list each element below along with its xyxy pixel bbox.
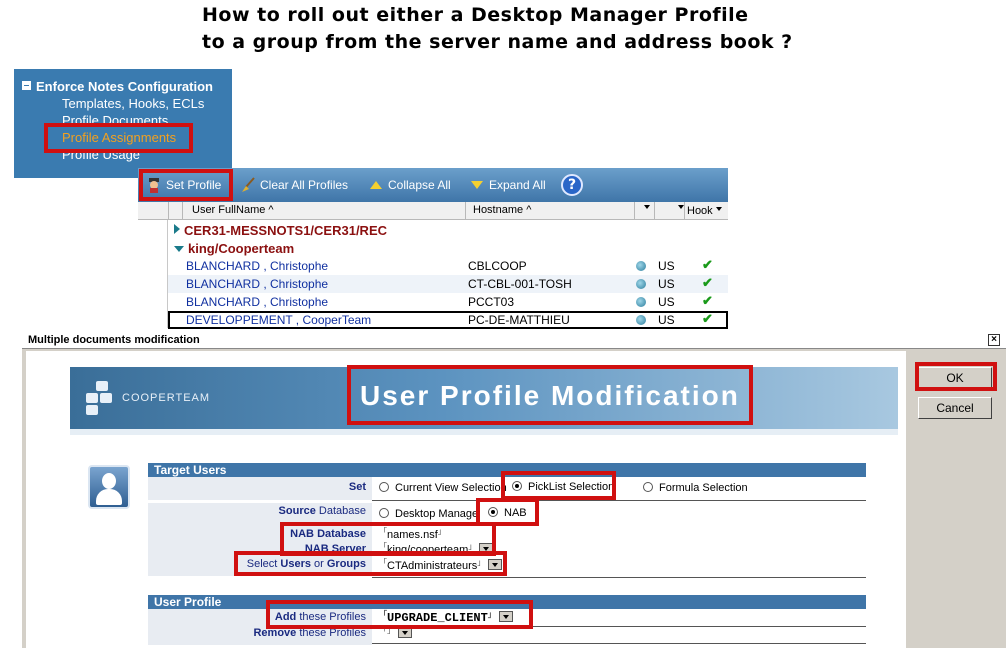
checkmark-icon: ✔ (702, 311, 713, 326)
radio-label: Desktop Manage (395, 508, 479, 520)
column-separator (465, 202, 466, 220)
hostname-cell: CT-CBL-001-TOSH (468, 277, 572, 291)
checkmark-icon: ✔ (702, 293, 713, 308)
category-row-cer31[interactable]: CER31-MESSNOTS1/CER31/REC (174, 223, 387, 238)
column-separator (182, 202, 183, 220)
clear-all-profiles-button[interactable]: Clear All Profiles (240, 177, 348, 193)
collapse-all-label: Collapse All (388, 178, 451, 192)
highlight-banner-title (347, 365, 753, 425)
tutorial-heading-line-1: How to roll out either a Desktop Manager… (202, 4, 749, 26)
location-cell: US (658, 295, 675, 309)
radio-icon (643, 482, 653, 492)
hook-label: Hook (687, 205, 713, 217)
expand-all-label: Expand All (489, 178, 546, 192)
user-fullname-cell: BLANCHARD , Christophe (186, 277, 329, 291)
dialog-title: Multiple documents modification (28, 334, 200, 346)
column-header-row: User FullName ^ Hostname ^ Hook (138, 202, 728, 220)
field-underline (372, 643, 866, 644)
collapse-all-button[interactable]: Collapse All (368, 177, 451, 193)
user-fullname-cell: BLANCHARD , Christophe (186, 259, 329, 273)
chevron-down-icon (713, 204, 727, 215)
chevron-down-icon (641, 202, 655, 213)
highlight-profile-assignments (44, 123, 193, 153)
field-underline (372, 500, 866, 501)
highlight-picklist-selection (501, 471, 616, 500)
checkmark-icon: ✔ (702, 257, 713, 272)
label-area (148, 477, 372, 500)
location-cell: US (658, 277, 675, 291)
table-row[interactable]: BLANCHARD , Christophe CT-CBL-001-TOSH U… (168, 275, 728, 293)
column-separator (654, 202, 655, 220)
user-fullname-cell: DEVELOPPEMENT , CooperTeam (186, 313, 372, 327)
tutorial-heading-line-2: to a group from the server name and addr… (202, 31, 793, 53)
radio-icon (379, 508, 389, 518)
set-label: Set (348, 481, 366, 493)
desktop-manager-radio[interactable]: Desktop Manage (379, 508, 478, 520)
highlight-set-profile (139, 169, 233, 201)
table-row[interactable]: BLANCHARD , Christophe PCCT03 US ✔ (168, 293, 728, 311)
globe-icon (636, 315, 646, 325)
cancel-button[interactable]: Cancel (918, 397, 992, 419)
highlight-ok-button (915, 362, 997, 391)
table-row[interactable]: BLANCHARD , Christophe CBLCOOP US ✔ (168, 257, 728, 275)
navigator-section-enforce-notes[interactable]: Enforce Notes Configuration (22, 79, 213, 94)
expand-all-button[interactable]: Expand All (469, 177, 546, 193)
current-view-selection-radio[interactable]: Current View Selection (379, 482, 507, 494)
clear-all-profiles-label: Clear All Profiles (260, 178, 349, 192)
selection-gutter[interactable] (138, 202, 168, 328)
hostname-cell: PCCT03 (468, 295, 515, 309)
column-header-hostname[interactable]: Hostname ^ (473, 204, 531, 216)
column-separator (684, 202, 685, 220)
help-icon[interactable]: ? (561, 174, 583, 196)
column-header-hook[interactable]: Hook (687, 204, 727, 217)
field-underline (372, 577, 866, 578)
category-row-king-cooperteam[interactable]: king/Cooperteam (174, 241, 294, 256)
expand-arrow-icon (471, 181, 483, 189)
user-fullname-cell: BLANCHARD , Christophe (186, 295, 329, 309)
banner-logo-text: COOPERTEAM (122, 392, 211, 404)
column-separator (168, 202, 169, 220)
column-header-user-fullname[interactable]: User FullName ^ (192, 204, 274, 216)
expand-twistie-icon[interactable] (174, 224, 180, 234)
collapse-twistie-icon[interactable] (174, 246, 184, 252)
profile-assignments-view: User FullName ^ Hostname ^ Hook CER31-ME… (138, 202, 728, 329)
category-label: CER31-MESSNOTS1/CER31/REC (184, 223, 387, 238)
radio-icon (379, 482, 389, 492)
radio-label: Formula Selection (659, 482, 748, 494)
user-profile-icon (88, 465, 130, 509)
location-cell: US (658, 259, 675, 273)
collapse-icon[interactable] (22, 81, 31, 90)
hostname-cell: CBLCOOP (468, 259, 527, 273)
highlight-add-profiles (266, 600, 533, 629)
navigator-section-title: Enforce Notes Configuration (36, 79, 213, 94)
radio-label: Current View Selection (395, 482, 507, 494)
close-icon[interactable]: × (988, 334, 1000, 346)
formula-selection-radio[interactable]: Formula Selection (643, 482, 748, 494)
hostname-cell: PC-DE-MATTHIEU (468, 313, 570, 327)
column-separator (634, 202, 635, 220)
globe-icon (636, 261, 646, 271)
broom-icon (242, 177, 255, 192)
category-label: king/Cooperteam (188, 241, 295, 256)
dialog-button-panel: OK Cancel (908, 351, 1002, 648)
highlight-select-users-groups (234, 551, 507, 576)
globe-icon (636, 279, 646, 289)
nav-item-templates-hooks-ecls[interactable]: Templates, Hooks, ECLs (62, 96, 204, 111)
location-cell: US (658, 313, 675, 327)
collapse-arrow-icon (370, 181, 382, 189)
checkmark-icon: ✔ (702, 275, 713, 290)
table-row-selected[interactable]: DEVELOPPEMENT , CooperTeam PC-DE-MATTHIE… (168, 311, 728, 329)
source-database-label: Source Database (278, 505, 366, 517)
cooperteam-logo-icon (86, 381, 116, 415)
globe-icon (636, 297, 646, 307)
dialog-title-bar: Multiple documents modification × (22, 331, 1006, 349)
column-header-dropdown-1[interactable] (638, 202, 655, 215)
banner-divider (70, 429, 898, 435)
